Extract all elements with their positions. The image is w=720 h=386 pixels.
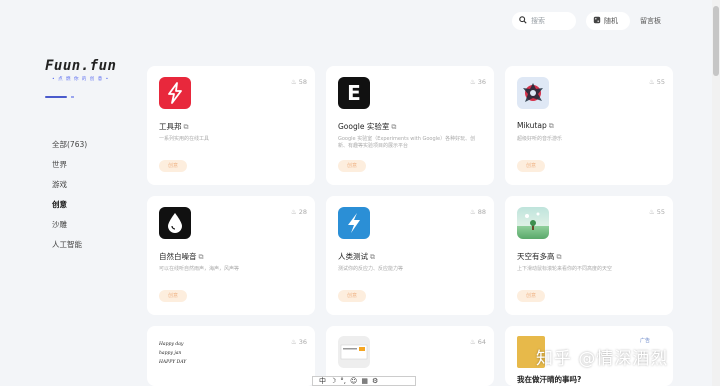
hot-count: ♨ 55	[648, 78, 665, 86]
lightning-blue-icon	[338, 207, 370, 239]
hot-count: ♨ 36	[290, 338, 307, 346]
emoji-icon[interactable]: ☺	[350, 377, 357, 385]
moon-icon[interactable]: ☽	[330, 377, 336, 385]
search-placeholder: 搜索	[531, 17, 545, 25]
external-link-icon[interactable]: ⧉	[391, 123, 396, 131]
sidebar-item-all[interactable]: 全部(763)	[52, 138, 87, 158]
card-human-test[interactable]: ♨ 88 人类测试 ⧉ 测试你的反应力、反应能力等 创意	[326, 196, 494, 315]
tag-button[interactable]: 创意	[159, 290, 187, 302]
external-link-icon[interactable]: ⧉	[557, 253, 562, 261]
card-google-lab[interactable]: E ♨ 36 Google 实验室 ⧉ Google 实验室（Experiment…	[326, 66, 494, 185]
search-input[interactable]: 搜索	[512, 12, 576, 30]
card-title[interactable]: 我在做汗晴的事吗?	[517, 374, 581, 385]
search-icon	[519, 16, 527, 26]
card-mikutap[interactable]: ♨ 55 Mikutap ⧉ 超级好听的音乐游乐 创意	[505, 66, 673, 185]
hot-count: ♨ 28	[290, 208, 307, 216]
external-link-icon[interactable]: ⧉	[549, 122, 554, 130]
water-drop-icon	[159, 207, 191, 239]
logo-underline	[45, 96, 67, 98]
sidebar-item-games[interactable]: 游戏	[52, 178, 87, 198]
lightning-red-icon	[159, 77, 191, 109]
mikutap-icon	[517, 77, 549, 109]
random-button[interactable]: 随机	[586, 12, 630, 30]
card-sky-height[interactable]: ♨ 55 天空有多高 ⧉ 上下滑动鼠标滚轮来看你的不同高度的天空 创意	[505, 196, 673, 315]
ime-mode[interactable]: 中	[319, 376, 326, 386]
site-logo[interactable]: Fuun.fun	[45, 58, 116, 74]
card-title[interactable]: 人类测试 ⧉	[338, 251, 375, 262]
card-title[interactable]: Mikutap ⧉	[517, 121, 554, 131]
handwriting-line: HAPPY DAY	[159, 360, 187, 365]
external-link-icon[interactable]: ⧉	[370, 253, 375, 261]
random-label: 随机	[604, 17, 618, 25]
card-title[interactable]: 工具邦 ⧉	[159, 121, 189, 132]
card-toolbang[interactable]: ♨ 58 工具邦 ⧉ 一系列实用的在线工具 创意	[147, 66, 315, 185]
tag-button[interactable]: 创意	[517, 160, 545, 172]
sidebar-item-funny[interactable]: 沙雕	[52, 218, 87, 238]
card-white-noise[interactable]: ♨ 28 自然白噪音 ⧉ 可以在线听自然雨声，海声，风声等 创意	[147, 196, 315, 315]
keyboard-icon[interactable]: ▦	[361, 377, 368, 385]
sidebar-item-ai[interactable]: 人工智能	[52, 238, 87, 258]
tag-button[interactable]: 创意	[338, 160, 366, 172]
card-desc: 测试你的反应力、反应能力等	[338, 266, 404, 272]
hot-count: ♨ 88	[469, 208, 486, 216]
ad-badge: 广告	[640, 338, 651, 344]
screenshot-icon	[338, 336, 370, 368]
tag-button[interactable]: 创意	[159, 160, 187, 172]
handwriting-line: happy jan	[159, 351, 182, 356]
handwriting-icon: Happy day happy jan HAPPY DAY	[159, 340, 199, 374]
card-desc: 一系列实用的在线工具	[159, 136, 210, 142]
punctuation-icon[interactable]: °,	[340, 377, 346, 385]
sky-icon	[517, 207, 549, 239]
guestbook-link[interactable]: 留言板	[640, 16, 661, 26]
ime-toolbar[interactable]: 中 ☽ °, ☺ ▦ ⚙	[312, 376, 416, 386]
external-link-icon[interactable]: ⧉	[199, 253, 204, 261]
card-title[interactable]: Google 实验室 ⧉	[338, 121, 396, 132]
logo-underline-dot	[71, 96, 74, 98]
page-scrollbar[interactable]	[712, 0, 720, 386]
logo-subtitle: • 点 燃 你 的 创 意 •	[52, 77, 110, 82]
handwriting-line: Happy day	[159, 342, 184, 347]
card-title[interactable]: 天空有多高 ⧉	[517, 251, 562, 262]
sidebar-nav: 全部(763) 世界 游戏 创意 沙雕 人工智能	[52, 138, 87, 258]
card-title[interactable]: 自然白噪音 ⧉	[159, 251, 204, 262]
watermark: 知乎 @情深酒烈	[536, 349, 669, 369]
card-desc: 上下滑动鼠标滚轮来看你的不同高度的天空	[517, 266, 613, 272]
sidebar-item-world[interactable]: 世界	[52, 158, 87, 178]
letter-e-icon: E	[338, 77, 370, 109]
external-link-icon[interactable]: ⧉	[184, 123, 189, 131]
card-desc: 可以在线听自然雨声，海声，风声等	[159, 266, 240, 272]
hot-count: ♨ 36	[469, 78, 486, 86]
scrollbar-thumb[interactable]	[713, 6, 719, 76]
dice-icon	[593, 16, 601, 26]
card-desc: Google 实验室（Experiments with Google）各种好玩、…	[338, 136, 476, 149]
sidebar-item-creative[interactable]: 创意	[52, 198, 87, 218]
hot-count: ♨ 58	[290, 78, 307, 86]
tag-button[interactable]: 创意	[338, 290, 366, 302]
hot-count: ♨ 55	[648, 208, 665, 216]
hot-count: ♨ 64	[469, 338, 486, 346]
card-handwriting[interactable]: Happy day happy jan HAPPY DAY ♨ 36	[147, 326, 315, 386]
card-desc: 超级好听的音乐游乐	[517, 136, 563, 142]
tag-button[interactable]: 创意	[517, 290, 545, 302]
settings-icon[interactable]: ⚙	[372, 377, 378, 385]
